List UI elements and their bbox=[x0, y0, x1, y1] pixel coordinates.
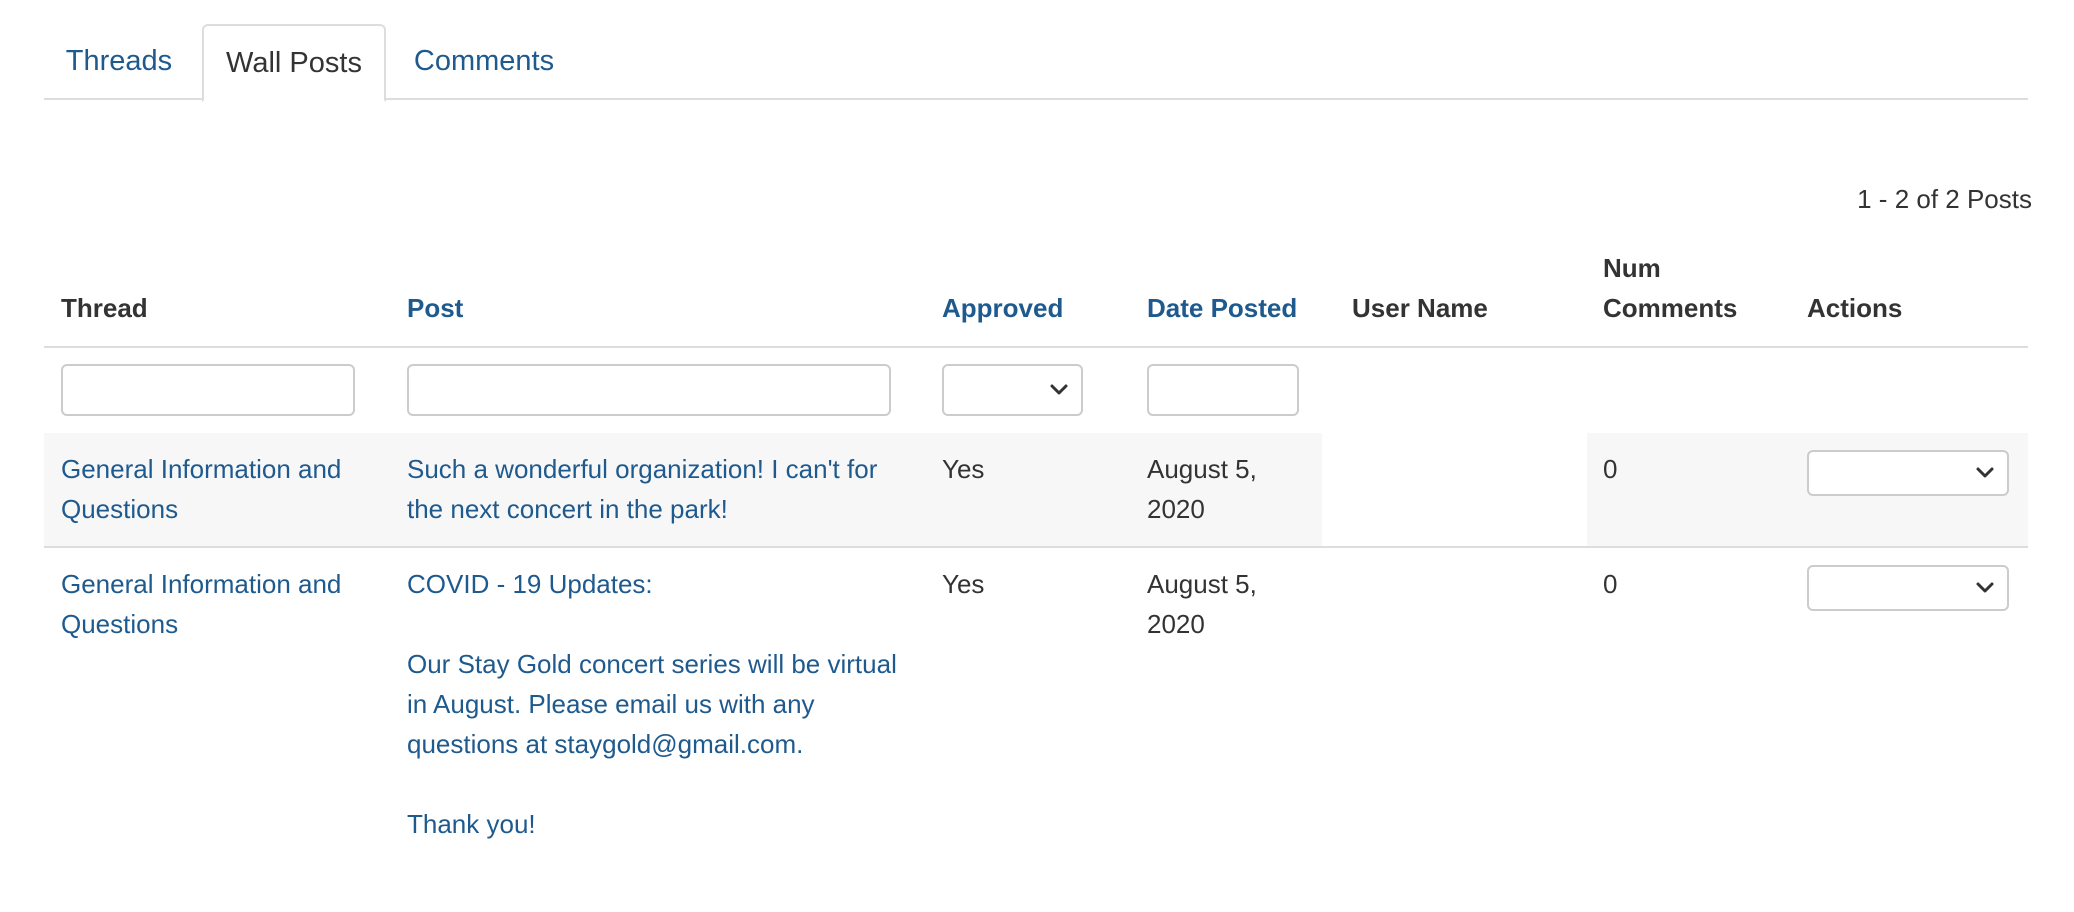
row-2-actions-select[interactable] bbox=[1807, 565, 2009, 611]
row-2-thread-line2: Questions bbox=[61, 609, 179, 639]
tab-comments[interactable]: Comments bbox=[394, 24, 574, 100]
tab-threads[interactable]: Threads bbox=[44, 24, 194, 100]
row-1-thread-link[interactable]: General Information and Questions bbox=[61, 449, 341, 529]
row-1-date-posted: August 5, 2020 bbox=[1147, 449, 1257, 529]
row-2-post-line1: COVID - 19 Updates: bbox=[407, 569, 653, 599]
row-2-post-spacer-2 bbox=[407, 764, 897, 804]
chevron-down-icon bbox=[1976, 467, 1994, 478]
row-1-actions-select[interactable] bbox=[1807, 450, 2009, 496]
column-header-num-comments: Num Comments bbox=[1603, 248, 1737, 328]
row-2-thread-link[interactable]: General Information and Questions bbox=[61, 564, 341, 644]
row-1-post-line1: Such a wonderful organization! I can't f… bbox=[407, 454, 878, 484]
row-2-date-line1: August 5, bbox=[1147, 569, 1257, 599]
tab-wall-posts[interactable]: Wall Posts bbox=[202, 24, 386, 102]
row-1-date-line1: August 5, bbox=[1147, 454, 1257, 484]
row-2-thread-line1: General Information and bbox=[61, 569, 342, 599]
row-2-post-line3: in August. Please email us with any bbox=[407, 689, 815, 719]
date-posted-filter-input[interactable] bbox=[1147, 364, 1299, 416]
row-2-num-comments: 0 bbox=[1603, 569, 1618, 599]
row-2-post-line5: Thank you! bbox=[407, 809, 536, 839]
header-divider bbox=[44, 346, 2028, 348]
approved-filter-select[interactable] bbox=[942, 364, 1083, 416]
column-header-post[interactable]: Post bbox=[407, 288, 463, 328]
column-header-num-comments-line2: Comments bbox=[1603, 293, 1738, 323]
column-header-user-name: User Name bbox=[1352, 293, 1488, 323]
pagination-summary: 1 - 2 of 2 Posts bbox=[1857, 184, 2032, 214]
post-filter-input[interactable] bbox=[407, 364, 891, 416]
row-2-approved: Yes bbox=[942, 569, 985, 599]
row-1-thread-line1: General Information and bbox=[61, 454, 342, 484]
column-header-thread: Thread bbox=[61, 293, 148, 323]
column-header-num-comments-line1: Num bbox=[1603, 253, 1661, 283]
tab-bar: Threads Wall Posts Comments bbox=[44, 24, 2028, 102]
column-header-approved[interactable]: Approved bbox=[942, 288, 1063, 328]
row-1-thread-line2: Questions bbox=[61, 494, 179, 524]
column-header-date-posted[interactable]: Date Posted bbox=[1147, 288, 1297, 328]
row-2-post-line2: Our Stay Gold concert series will be vir… bbox=[407, 649, 897, 679]
row-2-post-link[interactable]: COVID - 19 Updates: Our Stay Gold concer… bbox=[407, 564, 897, 844]
row-1-num-comments: 0 bbox=[1603, 454, 1618, 484]
row-2-post-spacer bbox=[407, 604, 897, 644]
row-2-post-line4: questions at staygold@gmail.com. bbox=[407, 729, 804, 759]
row-1-post-link[interactable]: Such a wonderful organization! I can't f… bbox=[407, 449, 877, 529]
thread-filter-input[interactable] bbox=[61, 364, 355, 416]
row-1-approved: Yes bbox=[942, 454, 985, 484]
row-2-date-posted: August 5, 2020 bbox=[1147, 564, 1257, 644]
chevron-down-icon bbox=[1050, 384, 1068, 395]
column-header-actions: Actions bbox=[1807, 293, 1903, 323]
chevron-down-icon bbox=[1976, 582, 1994, 593]
row-divider bbox=[44, 546, 2028, 548]
row-1-date-line2: 2020 bbox=[1147, 494, 1205, 524]
row-1-post-line2: the next concert in the park! bbox=[407, 494, 728, 524]
row-2-date-line2: 2020 bbox=[1147, 609, 1205, 639]
